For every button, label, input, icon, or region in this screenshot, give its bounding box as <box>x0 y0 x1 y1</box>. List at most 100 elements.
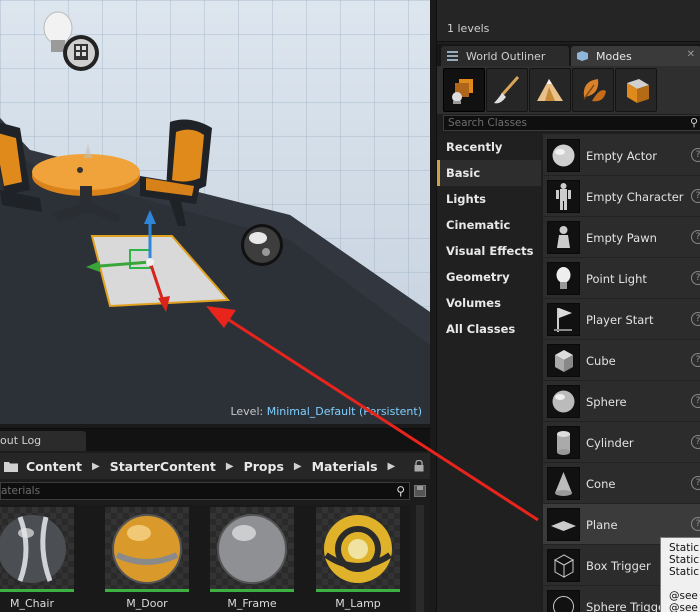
geometry-cube-icon <box>627 79 649 103</box>
category-geometry[interactable]: Geometry <box>437 264 541 290</box>
category-lights[interactable]: Lights <box>437 186 541 212</box>
class-item-empty-pawn[interactable]: Empty Pawn ? <box>543 217 700 258</box>
asset-tile-m-lamp[interactable]: M_Lamp <box>316 507 400 612</box>
sphere-trigger-icon <box>553 596 574 612</box>
tab-modes[interactable]: Modes ✕ <box>571 46 700 66</box>
chevron-right-icon[interactable]: ▶ <box>226 461 234 472</box>
levels-count: 1 levels <box>447 22 490 35</box>
class-name: Point Light <box>586 272 647 286</box>
help-icon[interactable]: ? <box>691 271 700 285</box>
reflection-sphere[interactable] <box>241 224 283 266</box>
class-item-empty-character[interactable]: Empty Character ? <box>543 176 700 217</box>
character-icon <box>556 183 571 210</box>
asset-type-bar <box>316 589 400 592</box>
asset-tile-m-door[interactable]: M_Door <box>105 507 189 612</box>
asset-search-input[interactable]: aterials ⚲ <box>0 482 410 500</box>
tooltip-line: @see <box>669 590 698 602</box>
asset-type-bar <box>0 589 74 592</box>
help-icon[interactable]: ? <box>691 517 700 531</box>
paint-mode-button[interactable] <box>486 68 528 112</box>
class-name: Player Start <box>586 313 654 327</box>
class-item-point-light[interactable]: Point Light ? <box>543 258 700 299</box>
asset-type-bar <box>105 589 189 592</box>
class-name: Sphere <box>586 395 627 409</box>
asset-thumbnail <box>210 507 294 589</box>
lock-icon[interactable] <box>414 460 424 472</box>
chevron-right-icon[interactable]: ▶ <box>294 461 302 472</box>
landscape-mode-button[interactable] <box>529 68 571 112</box>
category-cinematic[interactable]: Cinematic <box>437 212 541 238</box>
place-mode-button[interactable] <box>443 68 485 112</box>
class-tooltip: StaticM Static Static @see @see <box>660 537 700 612</box>
levels-panel: 1 levels <box>437 0 700 42</box>
help-icon[interactable]: ? <box>691 394 700 408</box>
help-icon[interactable]: ? <box>691 312 700 326</box>
category-all-classes[interactable]: All Classes <box>437 316 541 342</box>
help-icon[interactable]: ? <box>691 148 700 162</box>
light-bulb-icon[interactable] <box>43 11 99 71</box>
category-volumes[interactable]: Volumes <box>437 290 541 316</box>
box-trigger-icon <box>553 554 575 578</box>
mountain-icon <box>537 79 563 101</box>
material-sphere-frame <box>217 514 287 584</box>
breadcrumb-item-content[interactable]: Content <box>26 459 82 474</box>
class-name: Plane <box>586 518 618 532</box>
asset-name: M_Frame <box>227 597 277 610</box>
help-icon[interactable]: ? <box>691 189 700 203</box>
category-recently-placed[interactable]: Recently Placed <box>437 134 541 180</box>
asset-tile-m-chair[interactable]: M_Chair <box>0 507 74 612</box>
breadcrumb-item-materials[interactable]: Materials <box>312 459 378 474</box>
cube-thumbnail <box>547 344 580 377</box>
content-browser-tabbar: out Log <box>0 429 430 451</box>
empty-actor-thumbnail <box>547 139 580 172</box>
level-viewport[interactable]: Level: Minimal_Default (Persistent) <box>0 0 430 424</box>
foliage-mode-button[interactable] <box>572 68 614 112</box>
class-item-player-start[interactable]: Player Start ? <box>543 299 700 340</box>
class-name: Empty Actor <box>586 149 657 163</box>
class-name: Cylinder <box>586 436 634 450</box>
class-item-empty-actor[interactable]: Empty Actor ? <box>543 135 700 176</box>
geometry-edit-mode-button[interactable] <box>615 68 657 112</box>
class-item-cube[interactable]: Cube ? <box>543 340 700 381</box>
help-icon[interactable]: ? <box>691 435 700 449</box>
close-icon[interactable]: ✕ <box>687 49 695 60</box>
class-item-cylinder[interactable]: Cylinder ? <box>543 422 700 463</box>
chevron-right-icon[interactable]: ▶ <box>388 461 396 472</box>
pawn-icon <box>557 226 570 248</box>
class-item-cone[interactable]: Cone ? <box>543 463 700 504</box>
breadcrumb-item-startercontent[interactable]: StarterContent <box>110 459 216 474</box>
panel-tabs: World Outliner Modes ✕ <box>437 44 700 66</box>
light-bulb-icon <box>556 267 571 289</box>
folder-icon[interactable] <box>4 461 18 472</box>
help-icon[interactable]: ? <box>691 476 700 490</box>
chevron-right-icon[interactable]: ▶ <box>92 461 100 472</box>
material-sphere-door <box>112 514 182 584</box>
category-visual-effects[interactable]: Visual Effects <box>437 238 541 264</box>
tab-output-log[interactable]: out Log <box>0 431 86 451</box>
tab-world-outliner[interactable]: World Outliner <box>441 46 569 66</box>
help-icon[interactable]: ? <box>691 353 700 367</box>
asset-name: M_Chair <box>10 597 54 610</box>
tooltip-line: Static <box>669 566 700 578</box>
tab-world-outliner-label: World Outliner <box>466 49 546 63</box>
asset-grid: M_Chair M_Door M_Frame M_Lamp <box>0 505 410 612</box>
category-basic[interactable]: Basic <box>437 160 541 186</box>
class-item-sphere[interactable]: Sphere ? <box>543 381 700 422</box>
help-icon[interactable]: ? <box>691 230 700 244</box>
material-sphere-lamp <box>324 515 392 583</box>
cylinder-icon <box>557 431 570 455</box>
breadcrumb-item-props[interactable]: Props <box>244 459 284 474</box>
asset-tile-m-frame[interactable]: M_Frame <box>210 507 294 612</box>
save-search-icon[interactable] <box>414 485 426 497</box>
mode-toolbar <box>437 66 700 114</box>
search-icon[interactable]: ⚲ <box>396 483 405 499</box>
paintbrush-icon <box>494 76 520 104</box>
asset-name: M_Door <box>126 597 168 610</box>
asset-grid-scrollbar[interactable] <box>416 505 424 612</box>
search-classes-input[interactable]: Search Classes ⚲ <box>443 115 700 131</box>
content-browser: out Log Content ▶ StarterContent ▶ Props… <box>0 428 430 612</box>
search-icon[interactable]: ⚲ <box>690 116 698 130</box>
cone-thumbnail <box>547 467 580 500</box>
asset-thumbnail <box>0 507 74 589</box>
class-name: Sphere Trigger <box>586 600 670 612</box>
